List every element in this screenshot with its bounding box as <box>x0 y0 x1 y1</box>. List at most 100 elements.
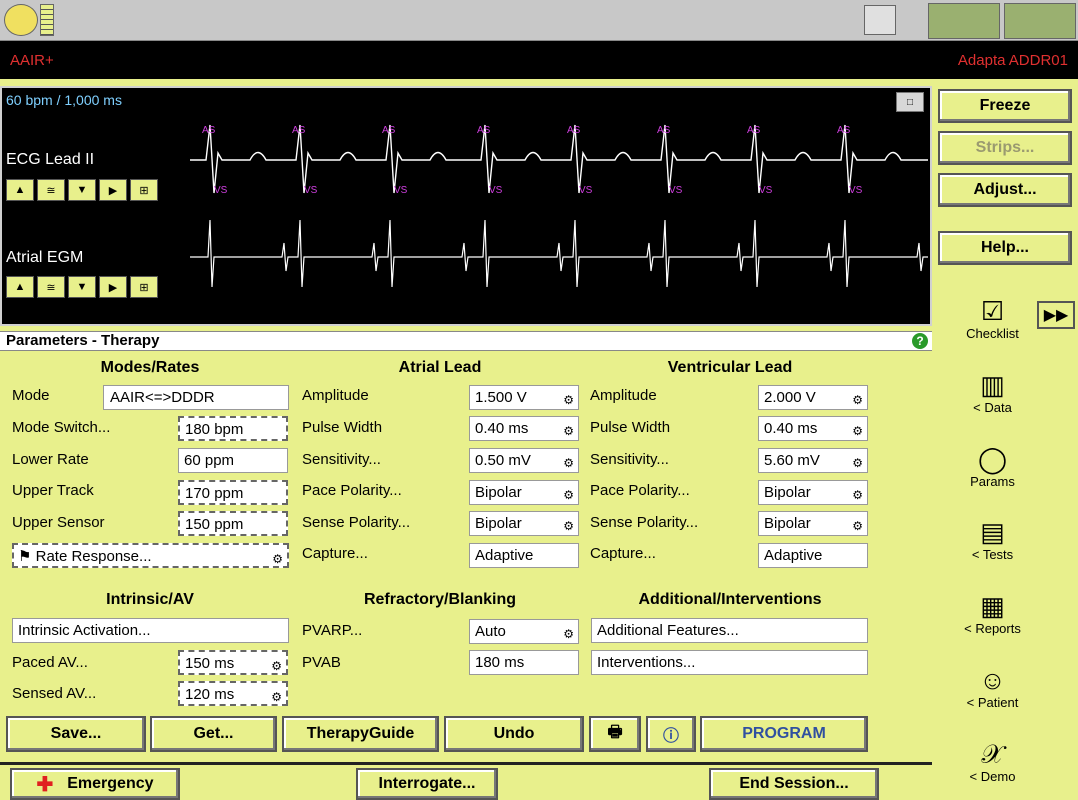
mode-field[interactable]: AAIR<=>DDDR <box>103 385 289 410</box>
help-icon[interactable]: ? <box>912 333 928 349</box>
atrial-sensitivity-field[interactable]: 0.50 mV ⚙ <box>469 448 579 473</box>
atrial-pulse-width-label: Pulse Width <box>302 419 383 436</box>
play-icon[interactable]: ▶ <box>99 179 127 201</box>
egm-lead-label: Atrial EGM <box>6 249 84 266</box>
therapy-guide-button[interactable]: TherapyGuide <box>282 716 439 752</box>
programmer-head-icon[interactable] <box>4 4 38 36</box>
upper-sensor-field[interactable]: 150 ppm <box>178 511 288 536</box>
lower-rate-field[interactable]: 60 ppm <box>178 448 288 473</box>
nav-params[interactable]: ◯ Params <box>945 444 1040 489</box>
nav-checklist[interactable]: ☑ Checklist <box>945 296 1040 341</box>
nav-patient[interactable]: ☺ < Patient <box>945 665 1040 710</box>
sensed-av-label: Sensed AV... <box>12 685 97 702</box>
info-icon: ⓘ <box>662 728 679 745</box>
rate-readout: 60 bpm / 1,000 ms <box>6 92 122 108</box>
checklist-icon: ☑ <box>980 296 1005 326</box>
emergency-cross-icon: ✚ <box>36 773 54 796</box>
maximize-icon[interactable]: □ <box>896 92 924 112</box>
play-icon[interactable]: ▶ <box>99 276 127 298</box>
paced-av-label: Paced AV... <box>12 654 88 671</box>
calibrate-icon[interactable]: ⊞ <box>130 179 158 201</box>
nav-reports[interactable]: ▦ < Reports <box>945 591 1040 636</box>
freeze-button[interactable]: Freeze <box>938 89 1072 123</box>
baseline-icon[interactable]: ≅ <box>37 179 65 201</box>
baseline-icon[interactable]: ≅ <box>37 276 65 298</box>
gain-up-icon[interactable]: ▲ <box>6 179 34 201</box>
rate-response-button[interactable]: ⚑ Rate Response... ⚙ <box>12 543 289 568</box>
knob-icon: ⚙ <box>852 393 863 407</box>
knob-icon: ⚙ <box>563 393 574 407</box>
ecg-waveforms: AS VS AS VS AS VS AS VS AS VS AS VS AS VS AS VS <box>190 124 928 288</box>
nav-demo[interactable]: 𝒳 < Demo <box>945 739 1040 784</box>
get-button[interactable]: Get... <box>150 716 277 752</box>
intrinsic-activation-button[interactable]: Intrinsic Activation... <box>12 618 289 643</box>
ventricular-pace-polarity-field[interactable]: Bipolar ⚙ <box>758 480 868 505</box>
atrial-sense-polarity-field[interactable]: Bipolar ⚙ <box>469 511 579 536</box>
sensed-av-field[interactable]: 120 ms ⚙ <box>178 681 288 706</box>
program-button[interactable]: PROGRAM <box>700 716 868 752</box>
strips-button[interactable]: Strips... <box>938 131 1072 165</box>
ventricular-sensitivity-field[interactable]: 5.60 mV ⚙ <box>758 448 868 473</box>
atrial-capture-field[interactable]: Adaptive <box>469 543 579 568</box>
ventricular-amplitude-label: Amplitude <box>590 387 657 404</box>
interrogate-button[interactable]: Interrogate... <box>356 768 498 800</box>
ventricular-amplitude-field[interactable]: 2.000 V ⚙ <box>758 385 868 410</box>
vs-marker: VS <box>304 185 318 196</box>
adjust-button[interactable]: Adjust... <box>938 173 1072 207</box>
mode-title: AAIR+ <box>10 52 54 69</box>
calibrate-icon[interactable]: ⊞ <box>130 276 158 298</box>
nav-tests[interactable]: ▤ < Tests <box>945 517 1040 562</box>
as-marker: AS <box>657 125 671 136</box>
vs-marker: VS <box>849 185 863 196</box>
telemetry-icon[interactable] <box>864 5 896 35</box>
info-button[interactable]: ⓘ <box>646 716 696 752</box>
footer-divider <box>0 762 932 765</box>
interventions-button[interactable]: Interventions... <box>591 650 868 675</box>
report-icon: ▦ <box>980 591 1005 621</box>
atrial-amplitude-field[interactable]: 1.500 V ⚙ <box>469 385 579 410</box>
print-button[interactable]: 🖶 <box>589 716 641 752</box>
knob-icon: ⚙ <box>563 456 574 470</box>
atrial-lead-title: Atrial Lead <box>398 359 482 376</box>
as-marker: AS <box>477 125 491 136</box>
upper-track-field[interactable]: 170 ppm <box>178 480 288 505</box>
intrinsic-av-title: Intrinsic/AV <box>106 591 194 608</box>
gain-down-icon[interactable]: ▼ <box>68 276 96 298</box>
atrial-amplitude-label: Amplitude <box>302 387 369 404</box>
nav-expand-icon[interactable]: ▶▶ <box>1037 301 1075 329</box>
ecg-lead-label: ECG Lead II <box>6 151 95 168</box>
help-button[interactable]: Help... <box>938 231 1072 265</box>
vs-marker: VS <box>394 185 408 196</box>
device-icon: ◯ <box>977 444 1008 474</box>
ventricular-sense-polarity-field[interactable]: Bipolar ⚙ <box>758 511 868 536</box>
as-marker: AS <box>567 125 581 136</box>
ventricular-capture-field[interactable]: Adaptive <box>758 543 868 568</box>
additional-features-button[interactable]: Additional Features... <box>591 618 868 643</box>
display-mode-icon[interactable] <box>928 3 1000 39</box>
as-marker: AS <box>382 125 396 136</box>
undo-button[interactable]: Undo <box>444 716 584 752</box>
ecg-lead-controls: ▲ ≅ ▼ ▶ ⊞ <box>6 179 158 201</box>
knob-icon: ⚙ <box>852 424 863 438</box>
save-button[interactable]: Save... <box>6 716 146 752</box>
emergency-button[interactable]: ✚ Emergency <box>10 768 180 800</box>
end-session-button[interactable]: End Session... <box>709 768 879 800</box>
atrial-pace-polarity-field[interactable]: Bipolar ⚙ <box>469 480 579 505</box>
modes-rates-title: Modes/Rates <box>100 359 200 376</box>
demo-icon: 𝒳 <box>981 739 1004 769</box>
paced-av-field[interactable]: 150 ms ⚙ <box>178 650 288 675</box>
pvarp-field[interactable]: Auto ⚙ <box>469 619 579 644</box>
connection-status-icon[interactable] <box>1004 3 1076 39</box>
gain-down-icon[interactable]: ▼ <box>68 179 96 201</box>
pvab-field[interactable]: 180 ms <box>469 650 579 675</box>
atrial-pulse-width-field[interactable]: 0.40 ms ⚙ <box>469 416 579 441</box>
parameters-header: Parameters - Therapy <box>0 331 932 351</box>
ventricular-sense-polarity-label: Sense Polarity... <box>590 514 699 531</box>
mode-switch-field[interactable]: 180 bpm <box>178 416 288 441</box>
as-marker: AS <box>202 125 216 136</box>
ventricular-pulse-width-field[interactable]: 0.40 ms ⚙ <box>758 416 868 441</box>
mode-label: Mode <box>12 387 50 404</box>
gain-up-icon[interactable]: ▲ <box>6 276 34 298</box>
nav-data[interactable]: ▥ < Data <box>945 370 1040 415</box>
knob-icon: ⚙ <box>271 690 282 704</box>
